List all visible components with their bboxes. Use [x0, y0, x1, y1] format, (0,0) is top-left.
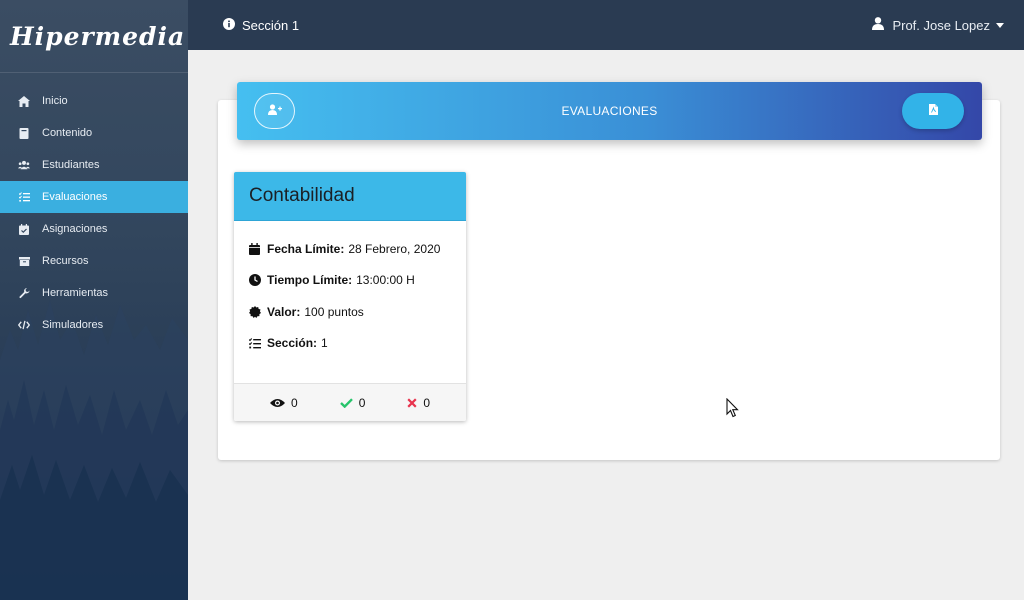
evaluations-header: EVALUACIONES [237, 82, 982, 140]
sidebar-item-label: Evaluaciones [42, 191, 108, 203]
user-menu-dropdown[interactable]: Prof. Jose Lopez [872, 17, 1004, 33]
book-icon [18, 127, 30, 139]
sidebar-item-contenido[interactable]: Contenido [0, 117, 188, 149]
app-logo-text: Hipermedia [10, 21, 186, 51]
wrench-icon [18, 287, 30, 299]
home-icon [18, 95, 30, 107]
field-label: Valor: [267, 304, 301, 319]
field-value: 100 puntos [304, 304, 364, 319]
sidebar-item-label: Simuladores [42, 319, 104, 331]
evaluation-card[interactable]: Contabilidad Fecha Límite: 28 Febrero, 2… [234, 172, 466, 421]
add-student-button[interactable] [254, 93, 295, 129]
field-value: 1 [321, 336, 328, 350]
field-label: Tiempo Límite: [267, 273, 353, 287]
failed-stat[interactable]: 0 [407, 396, 430, 410]
time-limit-row: Tiempo Límite: 13:00:00 H [249, 273, 451, 288]
sidebar-item-asignaciones[interactable]: Asignaciones [0, 213, 188, 245]
failed-count: 0 [423, 395, 431, 410]
field-label: Sección: [267, 336, 318, 350]
clock-icon [249, 274, 262, 286]
approved-stat[interactable]: 0 [339, 395, 366, 410]
value-row: Valor: 100 puntos [249, 304, 451, 319]
sidebar-menu: Inicio Contenido Estudiantes Evaluacione… [0, 85, 188, 341]
sidebar-item-simuladores[interactable]: Simuladores [0, 309, 188, 341]
code-icon [18, 319, 30, 331]
approved-count: 0 [358, 395, 366, 410]
views-stat[interactable]: 0 [270, 396, 298, 410]
sidebar: Hipermedia Inicio Contenido Estudiantes … [0, 0, 188, 600]
field-label: Fecha Límite: [267, 241, 345, 256]
sidebar-item-herramientas[interactable]: Herramientas [0, 277, 188, 309]
sidebar-item-recursos[interactable]: Recursos [0, 245, 188, 277]
archive-icon [18, 255, 30, 267]
deadline-date-row: Fecha Límite: 28 Febrero, 2020 [249, 241, 451, 256]
file-pdf-icon [928, 102, 938, 120]
calendar-icon [249, 242, 262, 255]
export-pdf-button[interactable] [902, 93, 964, 129]
users-icon [18, 159, 30, 171]
check-icon [339, 397, 353, 408]
field-value: 28 Febrero, 2020 [348, 241, 441, 256]
field-value: 13:00:00 H [356, 273, 415, 287]
eye-icon [270, 398, 285, 408]
topbar: Sección 1 Prof. Jose Lopez [188, 0, 1024, 50]
sidebar-item-label: Estudiantes [42, 159, 100, 171]
sidebar-item-label: Recursos [42, 255, 89, 267]
tasks-icon [18, 191, 30, 203]
sidebar-item-label: Herramientas [42, 287, 109, 299]
banner-title: EVALUACIONES [561, 104, 658, 118]
sidebar-item-label: Asignaciones [42, 223, 108, 235]
user-plus-icon [267, 102, 282, 120]
section-label: Sección 1 [242, 17, 300, 33]
card-header: Contabilidad [234, 172, 466, 221]
card-footer: 0 0 0 [234, 383, 466, 421]
card-body: Fecha Límite: 28 Febrero, 2020 Tiempo Lí… [234, 221, 466, 351]
sidebar-item-inicio[interactable]: Inicio [0, 85, 188, 117]
mouse-cursor-icon [726, 398, 739, 418]
user-name: Prof. Jose Lopez [892, 17, 990, 33]
calendar-check-icon [18, 223, 30, 235]
card-title: Contabilidad [249, 185, 355, 206]
section-row: Sección: 1 [249, 336, 451, 351]
sidebar-item-evaluaciones[interactable]: Evaluaciones [0, 181, 188, 213]
sidebar-item-label: Contenido [42, 127, 93, 139]
certificate-icon [249, 305, 262, 318]
user-icon [872, 17, 885, 33]
sidebar-item-estudiantes[interactable]: Estudiantes [0, 149, 188, 181]
sidebar-item-label: Inicio [42, 95, 68, 107]
times-icon [407, 397, 417, 408]
list-check-icon [249, 337, 262, 349]
caret-down-icon [996, 22, 1004, 28]
app-logo[interactable]: Hipermedia [0, 0, 188, 73]
section-indicator[interactable]: Sección 1 [223, 17, 300, 33]
info-circle-icon [223, 17, 235, 33]
views-count: 0 [291, 395, 298, 410]
